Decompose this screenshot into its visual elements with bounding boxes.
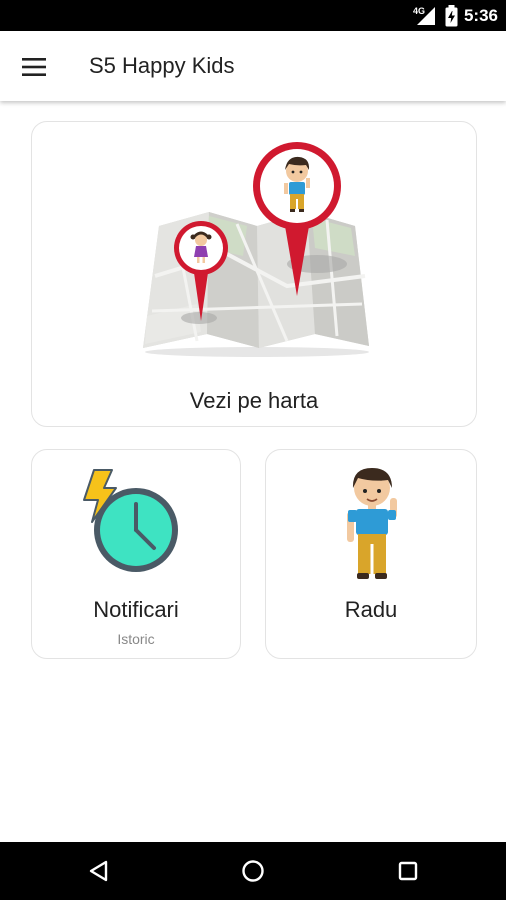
home-circle-icon[interactable] bbox=[238, 856, 268, 886]
hamburger-menu-icon[interactable] bbox=[14, 47, 54, 87]
history-sublabel: Istoric bbox=[117, 631, 155, 647]
app-title: S5 Happy Kids bbox=[89, 53, 235, 78]
view-on-map-card[interactable]: Vezi pe harta bbox=[31, 121, 477, 427]
back-triangle-icon[interactable] bbox=[84, 856, 114, 886]
map-pins-illustration bbox=[143, 142, 369, 357]
child-name-label: Radu bbox=[344, 597, 398, 622]
child-card[interactable]: Radu bbox=[265, 449, 477, 659]
status-time: 5:36 bbox=[463, 6, 498, 25]
system-nav-bar bbox=[0, 842, 506, 900]
recents-square-icon[interactable] bbox=[393, 856, 423, 886]
clock-lightning-illustration bbox=[83, 469, 178, 572]
notifications-label: Notificari bbox=[93, 597, 179, 622]
svg-text:4G: 4G bbox=[413, 6, 425, 16]
view-on-map-label: Vezi pe harta bbox=[189, 388, 319, 413]
boy-avatar-illustration bbox=[347, 468, 397, 579]
battery-charging-icon bbox=[445, 5, 458, 27]
status-bar: 4G 5:36 bbox=[0, 0, 506, 31]
signal-icon: 4G bbox=[413, 5, 439, 27]
notifications-card[interactable]: Notificari Istoric bbox=[31, 449, 241, 659]
app-bar: S5 Happy Kids bbox=[0, 31, 506, 101]
